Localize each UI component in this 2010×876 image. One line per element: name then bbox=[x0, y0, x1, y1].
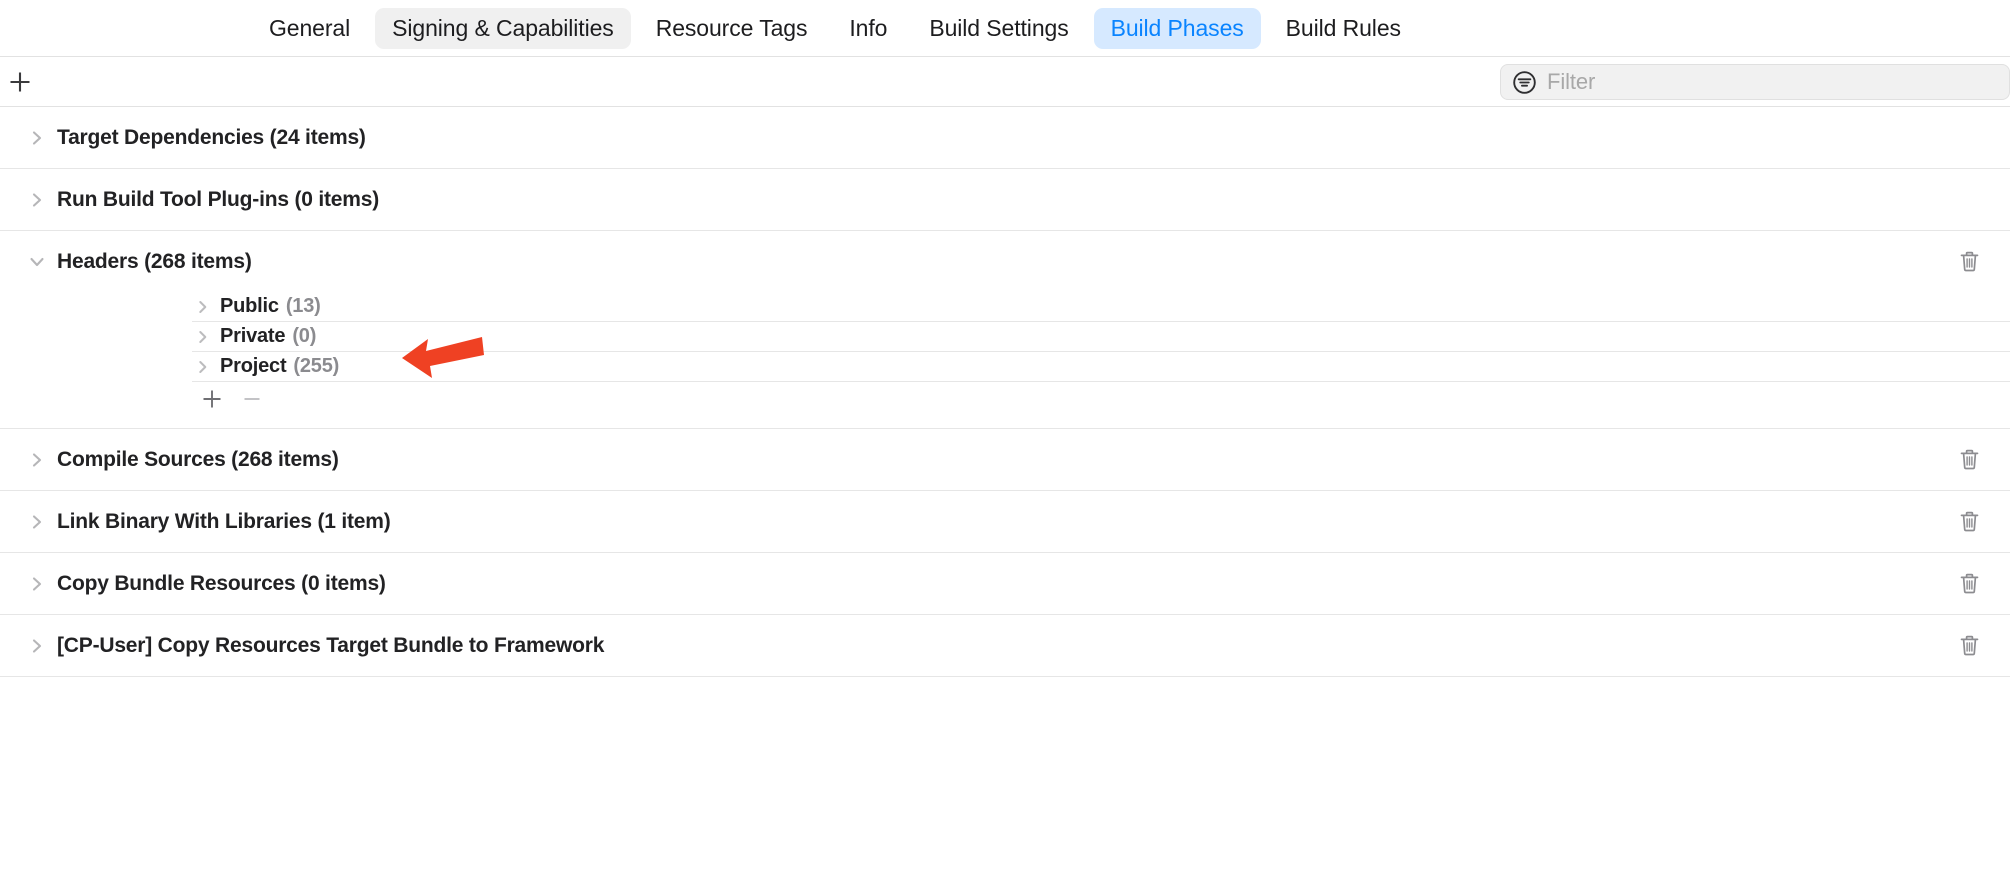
add-build-phase-button[interactable] bbox=[3, 65, 37, 99]
subgroup-label: Project bbox=[220, 355, 287, 377]
chevron-right-icon[interactable] bbox=[24, 509, 50, 535]
filter-field[interactable]: Filter bbox=[1500, 64, 2010, 100]
chevron-right-icon[interactable] bbox=[192, 296, 214, 318]
phase-header-link-binary-with-libraries[interactable]: Link Binary With Libraries (1 item) bbox=[0, 491, 2010, 552]
chevron-right-icon[interactable] bbox=[24, 571, 50, 597]
chevron-right-icon[interactable] bbox=[24, 125, 50, 151]
build-phases-toolbar: Filter bbox=[0, 57, 2010, 107]
tab-build-settings-label: Build Settings bbox=[929, 14, 1069, 41]
build-phase-list: Target Dependencies (24 items) Run Build… bbox=[0, 107, 2010, 677]
subgroup-label: Public bbox=[220, 295, 279, 317]
minus-icon bbox=[244, 398, 260, 400]
phase-header-copy-bundle-resources[interactable]: Copy Bundle Resources (0 items) bbox=[0, 553, 2010, 614]
subgroup-label: Private bbox=[220, 325, 286, 347]
tab-build-settings[interactable]: Build Settings bbox=[912, 8, 1085, 49]
trash-icon bbox=[1960, 573, 1978, 594]
tab-general-label: General bbox=[269, 14, 351, 41]
plus-icon bbox=[10, 72, 30, 92]
delete-phase-button[interactable] bbox=[1954, 569, 1984, 599]
phase-title: Run Build Tool Plug-ins (0 items) bbox=[57, 187, 379, 211]
build-phase-headers: Headers (268 items) Public (13) Private … bbox=[0, 231, 2010, 429]
tab-signing-and-capabilities-label: Signing & Capabilities bbox=[392, 14, 614, 41]
plus-icon bbox=[203, 390, 221, 408]
phase-header-run-build-tool-plugins[interactable]: Run Build Tool Plug-ins (0 items) bbox=[0, 169, 2010, 230]
build-phase-cp-user-copy-resources: [CP-User] Copy Resources Target Bundle t… bbox=[0, 615, 2010, 677]
tab-signing-and-capabilities[interactable]: Signing & Capabilities bbox=[375, 7, 631, 49]
headers-subgroup-list: Public (13) Private (0) Project (255) bbox=[0, 292, 2010, 428]
tab-build-rules-label: Build Rules bbox=[1285, 14, 1401, 41]
phase-header-headers[interactable]: Headers (268 items) bbox=[0, 231, 2010, 292]
phase-title: Copy Bundle Resources (0 items) bbox=[57, 571, 386, 595]
subgroup-row-private[interactable]: Private (0) bbox=[192, 322, 2010, 352]
tab-info-label: Info bbox=[849, 14, 888, 41]
tab-general[interactable]: General bbox=[252, 8, 367, 49]
chevron-right-icon[interactable] bbox=[24, 447, 50, 473]
trash-icon bbox=[1960, 251, 1978, 272]
trash-icon bbox=[1960, 635, 1978, 656]
tab-info[interactable]: Info bbox=[832, 8, 904, 49]
build-phase-target-dependencies: Target Dependencies (24 items) bbox=[0, 107, 2010, 169]
phase-title: Compile Sources (268 items) bbox=[57, 447, 339, 471]
delete-phase-button[interactable] bbox=[1954, 507, 1984, 537]
build-phase-run-build-tool-plugins: Run Build Tool Plug-ins (0 items) bbox=[0, 169, 2010, 231]
remove-header-file-button[interactable] bbox=[232, 383, 272, 415]
add-header-file-button[interactable] bbox=[192, 383, 232, 415]
phase-title: Link Binary With Libraries (1 item) bbox=[57, 509, 391, 533]
tab-build-rules[interactable]: Build Rules bbox=[1269, 8, 1418, 49]
build-phase-compile-sources: Compile Sources (268 items) bbox=[0, 429, 2010, 491]
chevron-right-icon[interactable] bbox=[192, 326, 214, 348]
build-phase-copy-bundle-resources: Copy Bundle Resources (0 items) bbox=[0, 553, 2010, 615]
trash-icon bbox=[1960, 449, 1978, 470]
target-editor-tabbar: General Signing & Capabilities Resource … bbox=[0, 0, 2010, 57]
phase-title: Target Dependencies (24 items) bbox=[57, 125, 366, 149]
subgroup-row-project[interactable]: Project (255) bbox=[192, 352, 2010, 382]
subgroup-count: (13) bbox=[285, 295, 321, 317]
phase-title: [CP-User] Copy Resources Target Bundle t… bbox=[57, 633, 605, 657]
filter-circle-icon bbox=[1512, 70, 1537, 95]
chevron-right-icon[interactable] bbox=[24, 187, 50, 213]
tab-build-phases[interactable]: Build Phases bbox=[1093, 7, 1261, 49]
subgroup-count: (0) bbox=[292, 325, 317, 347]
tab-resource-tags-label: Resource Tags bbox=[655, 14, 808, 41]
phase-header-compile-sources[interactable]: Compile Sources (268 items) bbox=[0, 429, 2010, 490]
delete-phase-button[interactable] bbox=[1954, 631, 1984, 661]
chevron-right-icon[interactable] bbox=[24, 633, 50, 659]
phase-title: Headers (268 items) bbox=[57, 249, 252, 273]
trash-icon bbox=[1960, 511, 1978, 532]
tab-resource-tags[interactable]: Resource Tags bbox=[639, 8, 825, 49]
chevron-right-icon[interactable] bbox=[192, 356, 214, 378]
delete-phase-button[interactable] bbox=[1954, 247, 1984, 277]
tab-build-phases-label: Build Phases bbox=[1110, 14, 1244, 41]
xcode-build-phases-editor: General Signing & Capabilities Resource … bbox=[0, 0, 2010, 876]
build-phase-link-binary-with-libraries: Link Binary With Libraries (1 item) bbox=[0, 491, 2010, 553]
filter-placeholder: Filter bbox=[1547, 69, 1596, 94]
subgroup-count: (255) bbox=[293, 355, 340, 377]
phase-header-target-dependencies[interactable]: Target Dependencies (24 items) bbox=[0, 107, 2010, 168]
headers-subgroup-actions bbox=[192, 382, 2010, 416]
delete-phase-button[interactable] bbox=[1954, 445, 1984, 475]
subgroup-row-public[interactable]: Public (13) bbox=[192, 292, 2010, 322]
chevron-down-icon[interactable] bbox=[24, 249, 50, 275]
phase-header-cp-user-copy-resources[interactable]: [CP-User] Copy Resources Target Bundle t… bbox=[0, 615, 2010, 676]
